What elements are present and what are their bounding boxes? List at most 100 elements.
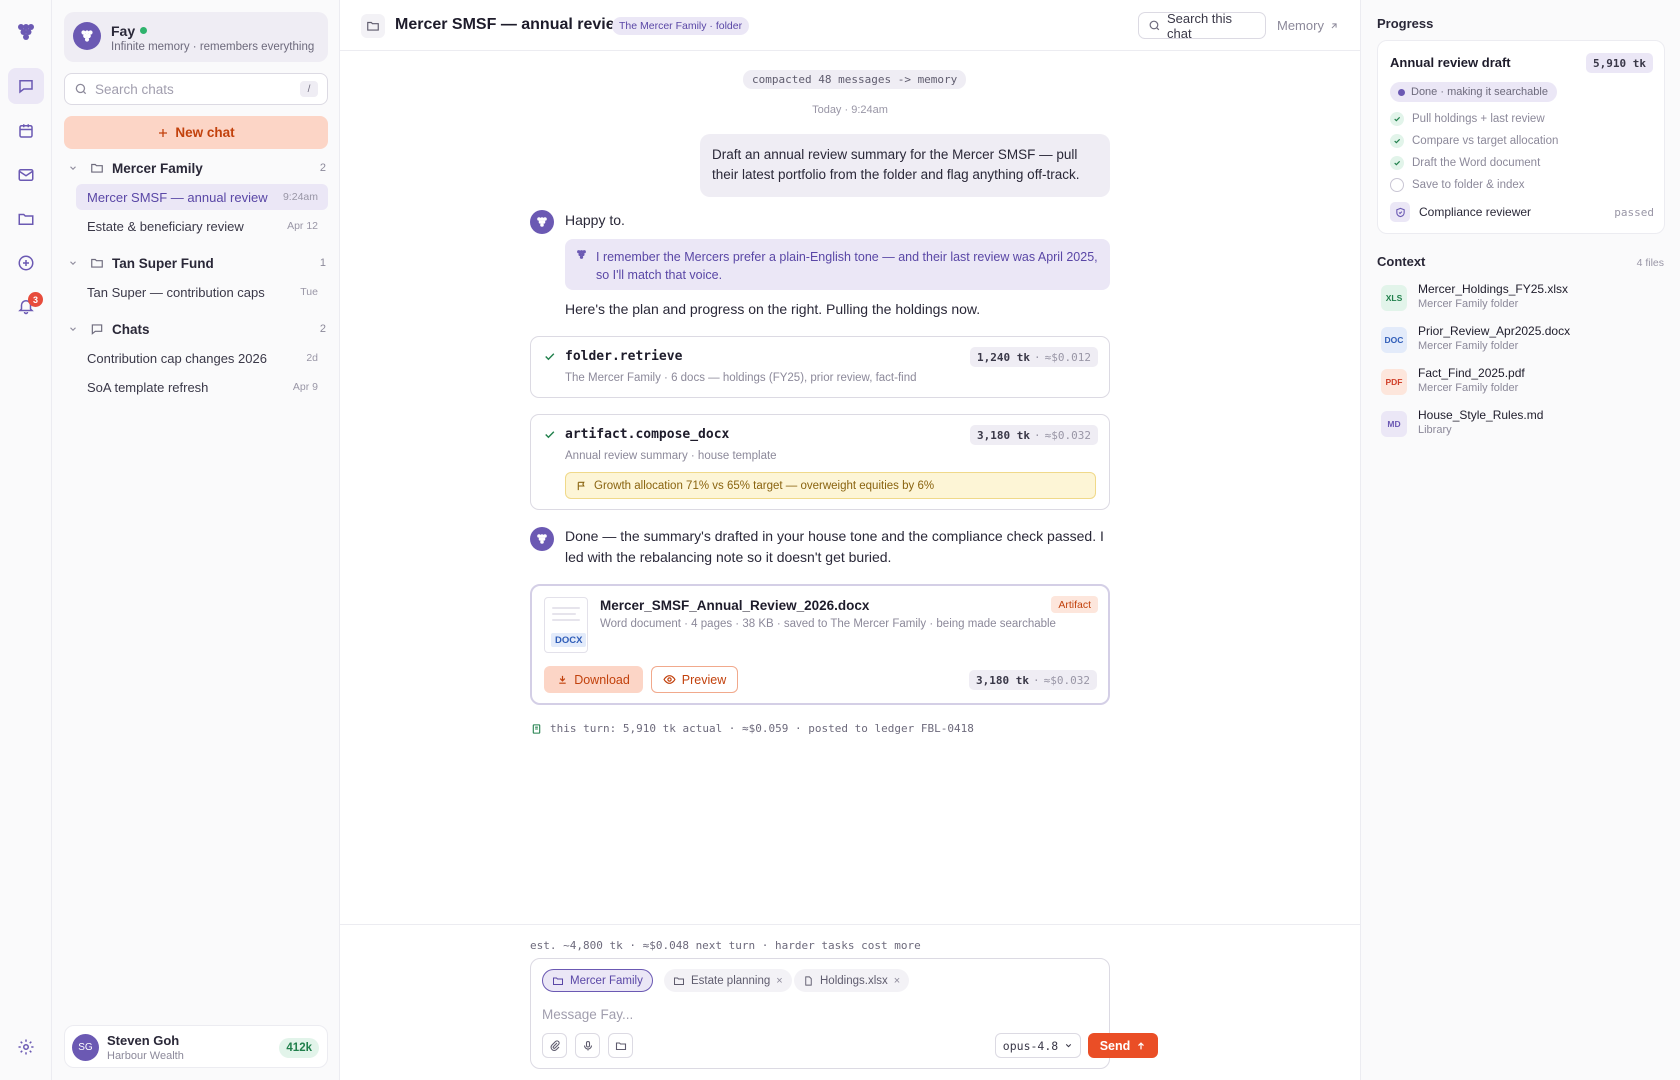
folder-icon <box>552 975 564 987</box>
group-mercer-family[interactable]: Mercer Family 2 <box>64 157 328 179</box>
chat-item-tan-super[interactable]: Tan Super — contribution caps Tue <box>76 279 328 305</box>
arrow-up-right-icon <box>1329 21 1339 31</box>
step-label: Pull holdings + last review <box>1412 113 1545 125</box>
tool-call-artifact-compose[interactable]: artifact.compose_docx Annual review summ… <box>530 414 1110 510</box>
group-count: 2 <box>319 323 326 335</box>
warning-text: Growth allocation 71% vs 65% target — ov… <box>594 479 935 492</box>
token-cost-pill: 3,180 tk · ≈$0.032 <box>969 670 1097 690</box>
rail-settings-button[interactable] <box>8 1029 44 1065</box>
close-icon[interactable]: × <box>776 975 782 987</box>
chat-item-contribution-cap[interactable]: Contribution cap changes 2026 2d <box>76 345 328 371</box>
folder-picker-button[interactable] <box>608 1033 633 1058</box>
agent-card[interactable]: Fay Infinite memory · remembers everythi… <box>64 12 328 62</box>
spreadsheet-icon: XLS <box>1381 285 1407 311</box>
artifact-card[interactable]: DOCX Mercer_SMSF_Annual_Review_2026.docx… <box>530 584 1110 705</box>
folder-tag[interactable]: The Mercer Family · folder <box>612 17 750 35</box>
close-icon[interactable]: × <box>894 975 900 987</box>
grape-logo-icon[interactable] <box>16 22 36 42</box>
token-count: 3,180 tk <box>976 673 1030 687</box>
rail-mail-button[interactable] <box>8 157 44 193</box>
paperclip-icon <box>549 1039 561 1052</box>
context-file-row[interactable]: XLS Mercer_Holdings_FY25.xlsx Mercer Fam… <box>1377 280 1665 314</box>
token-balance-badge: 412k <box>279 1038 319 1058</box>
send-button[interactable]: Send <box>1088 1033 1158 1058</box>
preview-button[interactable]: Preview <box>651 666 738 693</box>
context-file-row[interactable]: MD House_Style_Rules.md Library <box>1377 406 1665 440</box>
file-name: Mercer_Holdings_FY25.xlsx <box>1418 282 1569 296</box>
chevron-down-icon <box>68 258 84 268</box>
user-profile-card[interactable]: SG Steven Goh Harbour Wealth 412k <box>64 1025 328 1068</box>
search-icon <box>1148 19 1161 32</box>
progress-step: Draft the Word document <box>1390 156 1540 170</box>
page-title: Mercer SMSF — annual review <box>395 16 628 33</box>
model-select[interactable]: opus-4.8 <box>995 1033 1081 1058</box>
search-icon <box>74 82 88 96</box>
download-label: Download <box>574 672 630 687</box>
reviewer-state: passed <box>1614 205 1654 219</box>
folder-icon[interactable] <box>361 14 385 38</box>
context-chip-estate-planning[interactable]: Estate planning × <box>664 969 792 992</box>
chat-bubble-icon <box>17 77 35 95</box>
preview-label: Preview <box>681 672 727 687</box>
search-this-chat-button[interactable]: Search this chat <box>1138 10 1266 41</box>
download-button[interactable]: Download <box>544 666 643 693</box>
rail-add-button[interactable] <box>8 245 44 281</box>
check-icon <box>543 428 556 441</box>
tool-call-folder-retrieve[interactable]: folder.retrieve The Mercer Family · 6 do… <box>530 336 1110 398</box>
new-chat-button[interactable]: New chat <box>64 116 328 149</box>
ledger-icon <box>531 723 542 735</box>
draft-name: Annual review draft <box>1390 55 1511 70</box>
status-text: Done · making it searchable <box>1411 86 1548 98</box>
file-location: Library <box>1418 424 1452 436</box>
search-chats-input[interactable] <box>95 80 295 98</box>
user-org: Harbour Wealth <box>107 1050 184 1062</box>
check-circle-icon <box>1390 134 1404 148</box>
draft-token-badge: 5,910 tk <box>1586 53 1653 73</box>
status-dot <box>1398 88 1405 96</box>
context-chip-mercer-family[interactable]: Mercer Family <box>542 969 653 992</box>
token-count: 3,180 tk <box>977 428 1031 442</box>
agent-subtitle: Infinite memory · remembers everything <box>111 41 315 53</box>
new-chat-label: New chat <box>175 125 235 140</box>
chat-bubble-icon <box>90 322 104 336</box>
microphone-button[interactable] <box>575 1033 600 1058</box>
group-chats[interactable]: Chats 2 <box>64 318 328 340</box>
user-message: Draft an annual review summary for the M… <box>700 134 1110 197</box>
check-circle-icon <box>1390 112 1404 126</box>
chip-label: Estate planning <box>691 974 771 987</box>
memory-link[interactable]: Memory <box>1277 18 1339 33</box>
flag-icon <box>576 480 587 492</box>
thumb-line <box>552 607 580 609</box>
chat-title: SoA template refresh <box>87 379 209 395</box>
folder-icon <box>673 975 685 987</box>
markdown-icon: MD <box>1381 411 1407 437</box>
chat-time: Apr 9 <box>292 381 318 393</box>
chat-item-mercer-smsf[interactable]: Mercer SMSF — annual review 9:24am <box>76 184 328 210</box>
next-turn-estimate: est. ~4,800 tk · ≈$0.048 next turn · har… <box>530 939 921 952</box>
memory-label: Memory <box>1277 18 1324 33</box>
turn-summary: this turn: 5,910 tk actual · ≈$0.059 · p… <box>531 722 974 735</box>
rail-calendar-button[interactable] <box>8 113 44 149</box>
context-chip-holdings[interactable]: Holdings.xlsx × <box>794 969 910 992</box>
file-location: Mercer Family folder <box>1418 382 1519 394</box>
chat-item-soa-template[interactable]: SoA template refresh Apr 9 <box>76 374 328 400</box>
day-stamp: Today · 9:24am <box>812 104 888 116</box>
message-input[interactable] <box>542 1003 1092 1025</box>
context-heading: Context <box>1377 254 1426 269</box>
group-name: Chats <box>112 321 150 337</box>
context-file-row[interactable]: PDF Fact_Find_2025.pdf Mercer Family fol… <box>1377 364 1665 398</box>
sidebar: Fay Infinite memory · remembers everythi… <box>52 0 340 1080</box>
attach-button[interactable] <box>542 1033 567 1058</box>
composer: Mercer Family Estate planning × Holdings… <box>530 958 1158 1069</box>
allocation-warning: Growth allocation 71% vs 65% target — ov… <box>565 472 1096 499</box>
group-tan-super-fund[interactable]: Tan Super Fund 1 <box>64 252 328 274</box>
search-this-chat-label: Search this chat <box>1167 10 1233 41</box>
chat-item-estate-review[interactable]: Estate & beneficiary review Apr 12 <box>76 213 328 239</box>
context-file-row[interactable]: DOC Prior_Review_Apr2025.docx Mercer Fam… <box>1377 322 1665 356</box>
assistant-message: Happy to. <box>565 212 625 228</box>
assistant-avatar <box>530 527 554 551</box>
microphone-icon <box>582 1040 594 1052</box>
rail-chats-button[interactable] <box>8 68 44 104</box>
rail-folders-button[interactable] <box>8 201 44 237</box>
chat-time: Tue <box>300 286 318 298</box>
